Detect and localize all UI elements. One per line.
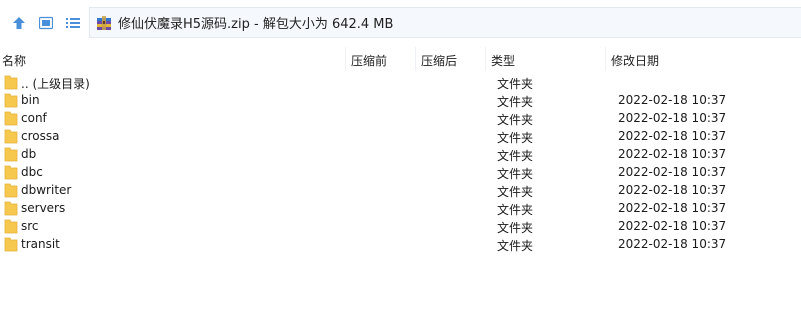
list-view-icon xyxy=(66,18,80,28)
item-type: 文件夹 xyxy=(497,203,534,217)
column-divider[interactable] xyxy=(415,47,416,71)
item-type: 文件夹 xyxy=(497,77,534,91)
item-name: .. (上级目录) xyxy=(21,77,90,91)
arrow-up-icon xyxy=(13,17,25,29)
folder-icon xyxy=(4,129,18,144)
item-name: dbc xyxy=(21,165,43,179)
item-date: 2022-02-18 10:37 xyxy=(618,111,727,125)
item-date: 2022-02-18 10:37 xyxy=(618,219,727,233)
item-date: 2022-02-18 10:37 xyxy=(618,165,727,179)
item-type: 文件夹 xyxy=(497,239,534,253)
folder-icon xyxy=(4,147,18,162)
item-date: 2022-02-18 10:37 xyxy=(618,183,727,197)
folder-icon xyxy=(4,111,18,126)
column-divider[interactable] xyxy=(485,47,486,71)
column-name[interactable]: 名称 xyxy=(2,52,26,69)
list-item[interactable]: transit 文件夹 2022-02-18 10:37 xyxy=(0,235,801,253)
list-item[interactable]: bin 文件夹 2022-02-18 10:37 xyxy=(0,91,801,109)
item-type: 文件夹 xyxy=(497,113,534,127)
item-date: 2022-02-18 10:37 xyxy=(618,201,727,215)
archive-path: 修仙伏魔录H5源码.zip - 解包大小为 642.4 MB xyxy=(118,17,394,32)
up-button[interactable] xyxy=(9,13,29,33)
folder-icon xyxy=(4,93,18,108)
column-divider[interactable] xyxy=(605,47,606,71)
item-date: 2022-02-18 10:37 xyxy=(618,93,727,107)
list-item[interactable]: servers 文件夹 2022-02-18 10:37 xyxy=(0,199,801,217)
item-type: 文件夹 xyxy=(497,149,534,163)
folder-icon xyxy=(4,165,18,180)
column-type[interactable]: 类型 xyxy=(491,52,515,69)
column-header: 名称 压缩前 压缩后 类型 修改日期 xyxy=(0,47,801,71)
item-name: crossa xyxy=(21,129,60,143)
item-date: 2022-02-18 10:37 xyxy=(618,129,727,143)
toolbar: 修仙伏魔录H5源码.zip - 解包大小为 642.4 MB xyxy=(0,0,801,46)
column-after[interactable]: 压缩后 xyxy=(421,52,457,69)
item-name: bin xyxy=(21,93,40,107)
item-type: 文件夹 xyxy=(497,131,534,145)
file-list: .. (上级目录) 文件夹 bin 文件夹 2022-02-18 10:37 c… xyxy=(0,73,801,253)
item-type: 文件夹 xyxy=(497,95,534,109)
column-modified[interactable]: 修改日期 xyxy=(611,52,659,69)
item-type: 文件夹 xyxy=(497,221,534,235)
column-compressed[interactable]: 压缩前 xyxy=(351,52,387,69)
view-mode-button[interactable] xyxy=(36,13,56,33)
item-date: 2022-02-18 10:37 xyxy=(618,147,727,161)
list-view-button[interactable] xyxy=(63,13,83,33)
list-item[interactable]: crossa 文件夹 2022-02-18 10:37 xyxy=(0,127,801,145)
winrar-archive-icon xyxy=(97,15,111,30)
column-divider[interactable] xyxy=(345,47,346,71)
folder-icon xyxy=(4,237,18,252)
folder-icon xyxy=(4,75,18,90)
folder-icon xyxy=(4,183,18,198)
list-item[interactable]: .. (上级目录) 文件夹 xyxy=(0,73,801,91)
list-item[interactable]: db 文件夹 2022-02-18 10:37 xyxy=(0,145,801,163)
list-item[interactable]: src 文件夹 2022-02-18 10:37 xyxy=(0,217,801,235)
item-name: transit xyxy=(21,237,60,251)
folder-icon xyxy=(4,219,18,234)
item-name: db xyxy=(21,147,37,161)
item-type: 文件夹 xyxy=(497,167,534,181)
item-name: src xyxy=(21,219,39,233)
item-type: 文件夹 xyxy=(497,185,534,199)
list-item[interactable]: dbwriter 文件夹 2022-02-18 10:37 xyxy=(0,181,801,199)
item-name: conf xyxy=(21,111,47,125)
list-item[interactable]: conf 文件夹 2022-02-18 10:37 xyxy=(0,109,801,127)
folder-icon xyxy=(4,201,18,216)
item-name: dbwriter xyxy=(21,183,72,197)
item-name: servers xyxy=(21,201,66,215)
item-date: 2022-02-18 10:37 xyxy=(618,237,727,251)
address-bar[interactable]: 修仙伏魔录H5源码.zip - 解包大小为 642.4 MB xyxy=(89,7,801,38)
list-item[interactable]: dbc 文件夹 2022-02-18 10:37 xyxy=(0,163,801,181)
view-mode-icon xyxy=(39,16,53,30)
